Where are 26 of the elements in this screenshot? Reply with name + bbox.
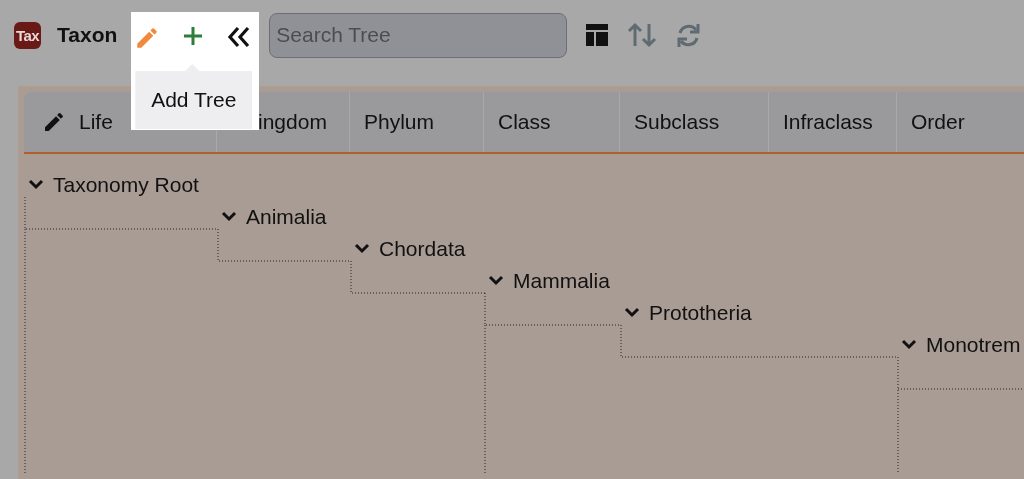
chevron-icon[interactable]: [901, 339, 917, 351]
column-header[interactable]: Order: [911, 110, 965, 134]
app-logo: Tax: [14, 21, 41, 49]
search-field[interactable]: Search Tree: [269, 12, 568, 58]
chevron-icon[interactable]: [624, 307, 640, 319]
column-header[interactable]: Life: [79, 110, 113, 134]
plus-icon[interactable]: [182, 25, 205, 47]
tree-node-label[interactable]: Animalia: [246, 205, 327, 229]
tooltip: Add Tree: [135, 64, 253, 129]
tree-node-label[interactable]: Taxonomy Root: [53, 173, 199, 197]
chevron-icon[interactable]: [354, 243, 370, 255]
tree-node-label[interactable]: Prototheria: [649, 301, 752, 325]
column-header[interactable]: Phylum: [364, 110, 435, 134]
chevron-icon[interactable]: [221, 211, 237, 223]
tree-node-label[interactable]: Monotrem: [926, 333, 1021, 357]
column-header[interactable]: Subclass: [634, 110, 720, 134]
column-header[interactable]: ingdom: [258, 110, 327, 134]
tree-node-label[interactable]: Chordata: [379, 237, 466, 261]
layout-icon[interactable]: [585, 23, 610, 47]
chevron-icon[interactable]: [28, 179, 44, 191]
pencil-icon[interactable]: [42, 110, 66, 134]
app-title: Taxon: [57, 23, 118, 47]
tree-node-label[interactable]: Mammalia: [513, 269, 610, 293]
column-header[interactable]: Infraclass: [783, 110, 873, 134]
chevron-icon[interactable]: [488, 275, 504, 287]
column-header[interactable]: Class: [498, 110, 551, 134]
